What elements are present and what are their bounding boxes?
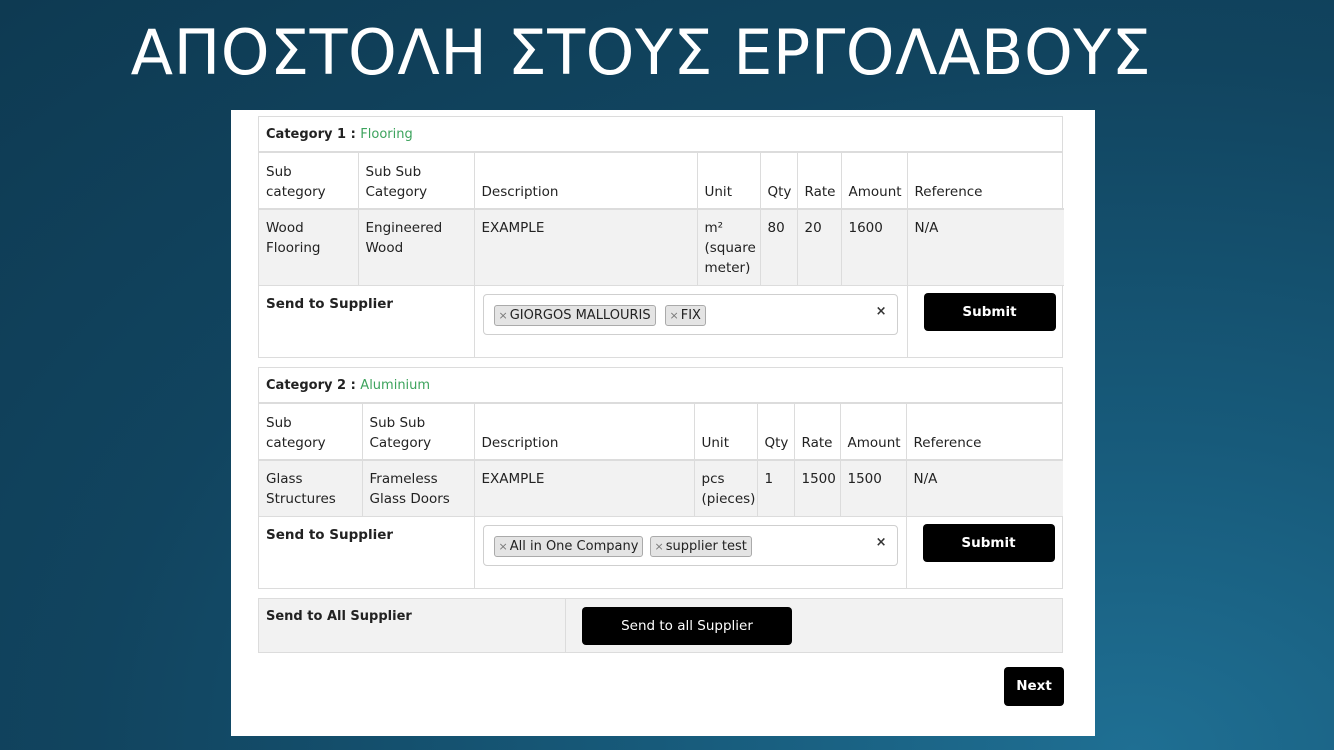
send-to-supplier-label: Send to Supplier [259, 284, 474, 357]
cell-rate: 1500 [793, 460, 840, 516]
category-1-table: Category 1 : Flooring Sub category Sub S… [258, 116, 1064, 358]
col-reference: Reference [905, 404, 1063, 460]
category-1-label: Category 1 : [266, 127, 356, 142]
clear-selection-icon[interactable]: × [876, 533, 887, 553]
category-2-header: Category 2 : Aluminium [259, 368, 1062, 404]
cell-rate: 20 [796, 209, 841, 285]
cell-reference: N/A [905, 460, 1063, 516]
col-description: Description [473, 404, 694, 460]
col-qty: Qty [756, 404, 794, 460]
cell-reference: N/A [906, 209, 1064, 285]
send-to-all-button[interactable]: Send to all Supplier [582, 607, 792, 645]
clear-selection-icon[interactable]: × [876, 302, 887, 322]
category-2-name: Aluminium [360, 378, 431, 393]
items-table-1: Sub category Sub Sub Category Descriptio… [259, 153, 1064, 357]
supplier-tag[interactable]: × All in One Company [493, 535, 644, 557]
items-table-2: Sub category Sub Sub Category Descriptio… [259, 404, 1063, 588]
col-rate: Rate [793, 404, 840, 460]
col-unit: Unit [693, 404, 757, 460]
cell-sub-sub-category: Frameless Glass Doors [361, 460, 474, 516]
divider [565, 599, 566, 652]
col-unit: Unit [696, 153, 760, 209]
supplier-select-cell: × All in One Company × supplier test × [473, 515, 906, 588]
table-row: Wood Flooring Engineered Wood EXAMPLE m²… [259, 209, 1064, 285]
col-sub-category: Sub category [266, 164, 326, 200]
remove-tag-icon[interactable]: × [499, 309, 508, 322]
cell-amount: 1500 [839, 460, 906, 516]
col-rate: Rate [796, 153, 841, 209]
submit-cell: Submit [906, 284, 1064, 357]
send-all-row: Send to All Supplier Send to all Supplie… [258, 598, 1063, 653]
submit-button[interactable]: Submit [923, 292, 1056, 331]
table-row: Glass Structures Frameless Glass Doors E… [259, 460, 1063, 516]
supplier-select-cell: × GIORGOS MALLOURIS × FIX × [473, 284, 907, 357]
supplier-tag[interactable]: × FIX [664, 304, 706, 326]
cell-qty: 80 [759, 209, 797, 285]
cell-description: EXAMPLE [473, 460, 694, 516]
col-sub-category: Sub category [266, 415, 326, 451]
send-to-all-label: Send to All Supplier [266, 609, 412, 624]
category-1-name: Flooring [360, 127, 413, 142]
cell-sub-category: Wood Flooring [266, 220, 321, 256]
cell-unit: m² (square meter) [696, 209, 760, 285]
cell-unit: pcs (pieces) [693, 460, 757, 516]
category-2-table: Category 2 : Aluminium Sub category Sub … [258, 367, 1063, 589]
next-button[interactable]: Next [1004, 667, 1064, 706]
col-sub-sub-category: Sub Sub Category [357, 153, 474, 209]
remove-tag-icon[interactable]: × [655, 540, 664, 553]
supplier-tag[interactable]: × GIORGOS MALLOURIS [493, 304, 656, 326]
col-amount: Amount [840, 153, 907, 209]
col-qty: Qty [759, 153, 797, 209]
cell-description: EXAMPLE [473, 209, 697, 285]
submit-cell: Submit [905, 515, 1063, 588]
category-2-label: Category 2 : [266, 378, 356, 393]
col-amount: Amount [839, 404, 906, 460]
supplier-tag[interactable]: × supplier test [649, 535, 752, 557]
slide-title: ΑΠΟΣΤΟΛΗ ΣΤΟΥΣ ΕΡΓΟΛΑΒΟΥΣ [130, 16, 1152, 89]
remove-tag-icon[interactable]: × [670, 309, 679, 322]
col-description: Description [473, 153, 697, 209]
submit-button[interactable]: Submit [922, 523, 1055, 562]
remove-tag-icon[interactable]: × [499, 540, 508, 553]
send-row: Send to Supplier × GIORGOS MALLOURIS × FIX… [259, 284, 1064, 357]
content-panel: Category 1 : Flooring Sub category Sub S… [231, 110, 1095, 736]
category-1-header: Category 1 : Flooring [259, 117, 1062, 153]
supplier-select[interactable]: × GIORGOS MALLOURIS × FIX × [482, 293, 898, 335]
send-row: Send to Supplier × All in One Company × su… [259, 515, 1063, 588]
col-reference: Reference [906, 153, 1064, 209]
send-to-supplier-label: Send to Supplier [259, 515, 474, 588]
supplier-select[interactable]: × All in One Company × supplier test × [482, 524, 898, 566]
col-sub-sub-category: Sub Sub Category [361, 404, 474, 460]
cell-amount: 1600 [840, 209, 907, 285]
cell-sub-category: Glass Structures [266, 471, 336, 507]
cell-sub-sub-category: Engineered Wood [357, 209, 474, 285]
cell-qty: 1 [756, 460, 794, 516]
